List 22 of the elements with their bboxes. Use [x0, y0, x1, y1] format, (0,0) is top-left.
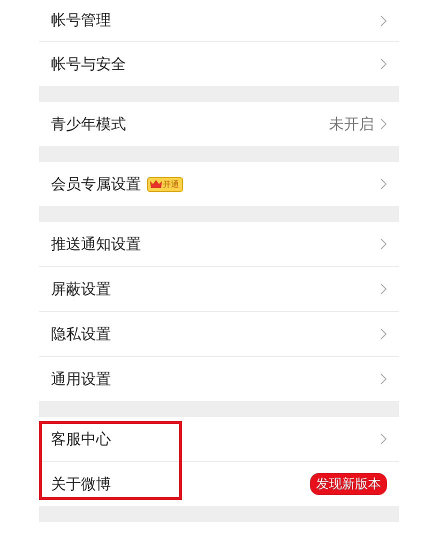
setting-label: 帐号管理	[51, 11, 111, 30]
vip-badge: 开通	[147, 176, 183, 192]
setting-label: 推送通知设置	[51, 234, 141, 254]
setting-label: 屏蔽设置	[51, 280, 111, 298]
setting-value: 未开启	[329, 114, 374, 134]
setting-label: 帐号与安全	[51, 54, 126, 74]
chevron-right-icon	[380, 283, 387, 295]
setting-label: 通用设置	[51, 370, 111, 388]
chevron-right-icon	[380, 58, 387, 70]
setting-label: 会员专属设置	[51, 174, 141, 194]
chevron-right-icon	[380, 328, 387, 340]
chevron-right-icon	[380, 238, 387, 250]
setting-label: 青少年模式	[51, 114, 126, 134]
chevron-right-icon	[380, 373, 387, 385]
chevron-right-icon	[380, 433, 387, 445]
new-version-tag: 发现新版本	[310, 473, 387, 495]
setting-label: 关于微博	[51, 474, 111, 494]
chevron-right-icon	[380, 118, 387, 130]
setting-label: 客服中心	[51, 430, 111, 448]
setting-label: 隐私设置	[51, 324, 111, 344]
chevron-right-icon	[380, 14, 387, 26]
chevron-right-icon	[380, 178, 387, 190]
